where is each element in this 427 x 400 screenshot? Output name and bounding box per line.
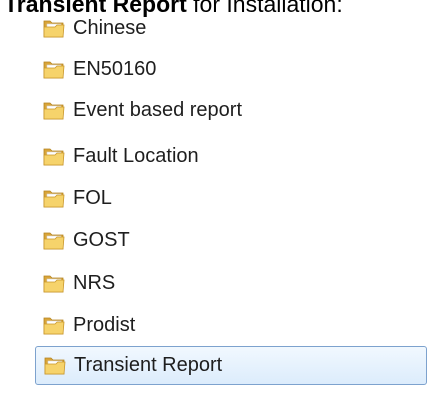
folder-front-shape: [43, 236, 65, 250]
folder-list: Chinese EN50160 Event based report Fault…: [0, 0, 427, 400]
folder-item-fol[interactable]: FOL: [35, 179, 427, 218]
folder-label: NRS: [73, 272, 116, 294]
folder-icon-graphic: [43, 190, 65, 208]
folder-front-shape: [43, 194, 65, 208]
folder-icon: [43, 101, 65, 120]
folder-label: Prodist: [73, 314, 136, 336]
folder-front-shape: [43, 106, 65, 120]
folder-label: GOST: [73, 229, 130, 251]
folder-icon: [43, 189, 65, 208]
folder-icon-graphic: [43, 148, 65, 166]
folder-item-nrs[interactable]: NRS: [35, 264, 427, 303]
folder-item-prodist[interactable]: Prodist: [35, 306, 427, 345]
folder-label: Chinese: [73, 17, 147, 39]
folder-icon: [43, 274, 65, 293]
folder-icon-graphic: [43, 232, 65, 250]
folder-icon-graphic: [43, 317, 65, 335]
folder-label: FOL: [73, 187, 112, 209]
folder-front-shape: [44, 361, 66, 375]
folder-icon-graphic: [43, 20, 65, 38]
folder-front-shape: [43, 152, 65, 166]
folder-label: Event based report: [73, 99, 242, 121]
folder-icon: [43, 231, 65, 250]
folder-front-shape: [43, 321, 65, 335]
folder-icon: [44, 356, 66, 375]
folder-icon: [43, 316, 65, 335]
folder-icon-graphic: [43, 102, 65, 120]
folder-item-fault-location[interactable]: Fault Location: [35, 137, 427, 176]
folder-front-shape: [43, 24, 65, 38]
folder-icon: [43, 147, 65, 166]
folder-label: Fault Location: [73, 145, 199, 167]
folder-icon-graphic: [43, 275, 65, 293]
folder-item-en50160[interactable]: EN50160: [35, 50, 427, 89]
folder-label: EN50160: [73, 58, 157, 80]
folder-icon-graphic: [43, 61, 65, 79]
folder-item-event-based-report[interactable]: Event based report: [35, 91, 427, 130]
folder-item-transient-report[interactable]: Transient Report: [35, 346, 427, 385]
folder-item-gost[interactable]: GOST: [35, 221, 427, 260]
folder-front-shape: [43, 279, 65, 293]
folder-item-chinese[interactable]: Chinese: [35, 9, 427, 48]
folder-front-shape: [43, 65, 65, 79]
folder-icon-graphic: [44, 357, 66, 375]
folder-label: Transient Report: [74, 354, 223, 376]
folder-icon: [43, 19, 65, 38]
folder-icon: [43, 60, 65, 79]
